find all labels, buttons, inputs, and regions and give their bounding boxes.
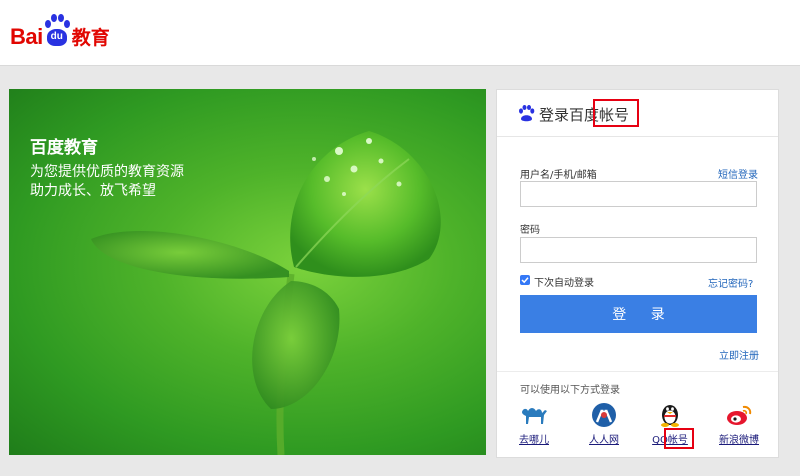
baidu-paw-icon <box>519 105 535 122</box>
remember-label[interactable]: 下次自动登录 <box>534 274 594 289</box>
highlight-box-qq <box>664 428 694 449</box>
login-panel-header: 登录百度帐号 <box>497 90 778 137</box>
hero-subtitle-line1: 为您提供优质的教育资源 <box>30 164 184 180</box>
logo-text-du: du <box>50 31 63 42</box>
logo-text-edu: 教育 <box>71 27 110 49</box>
hero-subtitle-line2: 助力成长、放飞希望 <box>30 183 156 199</box>
weibo-login[interactable]: 新浪微博 <box>712 402 766 446</box>
logo-text-bai: Bai <box>10 24 43 49</box>
forgot-password-link[interactable]: 忘记密码? <box>708 275 753 290</box>
login-button[interactable]: 登 录 <box>520 295 757 333</box>
renren-login-label: 人人网 <box>589 435 619 446</box>
weibo-icon <box>727 405 752 425</box>
qunar-login[interactable]: 去哪儿 <box>507 402 561 446</box>
hero-banner: 百度教育 为您提供优质的教育资源 助力成长、放飞希望 <box>9 89 486 455</box>
qunar-login-label: 去哪儿 <box>519 435 549 446</box>
top-header: Bai du 教育 <box>0 0 800 66</box>
hero-title: 百度教育 <box>30 138 98 158</box>
paw-logo-icon: du <box>44 14 70 48</box>
login-panel: 登录百度帐号 用户名/手机/邮箱 短信登录 密码 下次自动登录 忘记密码? 登 … <box>496 89 779 458</box>
checkmark-icon <box>521 277 529 284</box>
password-label: 密码 <box>520 225 540 236</box>
sms-login-link[interactable]: 短信登录 <box>718 166 758 181</box>
other-methods-label: 可以使用以下方式登录 <box>520 385 620 396</box>
username-label: 用户名/手机/邮箱 <box>520 170 597 181</box>
camel-icon <box>522 408 547 424</box>
username-input[interactable] <box>520 181 757 207</box>
renren-icon <box>592 403 616 427</box>
remember-checkbox[interactable] <box>520 275 530 285</box>
renren-login[interactable]: 人人网 <box>577 402 631 446</box>
highlight-box-account <box>593 99 639 127</box>
weibo-login-label: 新浪微博 <box>719 435 759 446</box>
password-input[interactable] <box>520 237 757 263</box>
register-link[interactable]: 立即注册 <box>719 347 759 362</box>
divider <box>497 371 778 372</box>
qq-penguin-icon <box>661 405 679 427</box>
baidu-education-logo[interactable]: Bai du 教育 <box>10 8 110 48</box>
